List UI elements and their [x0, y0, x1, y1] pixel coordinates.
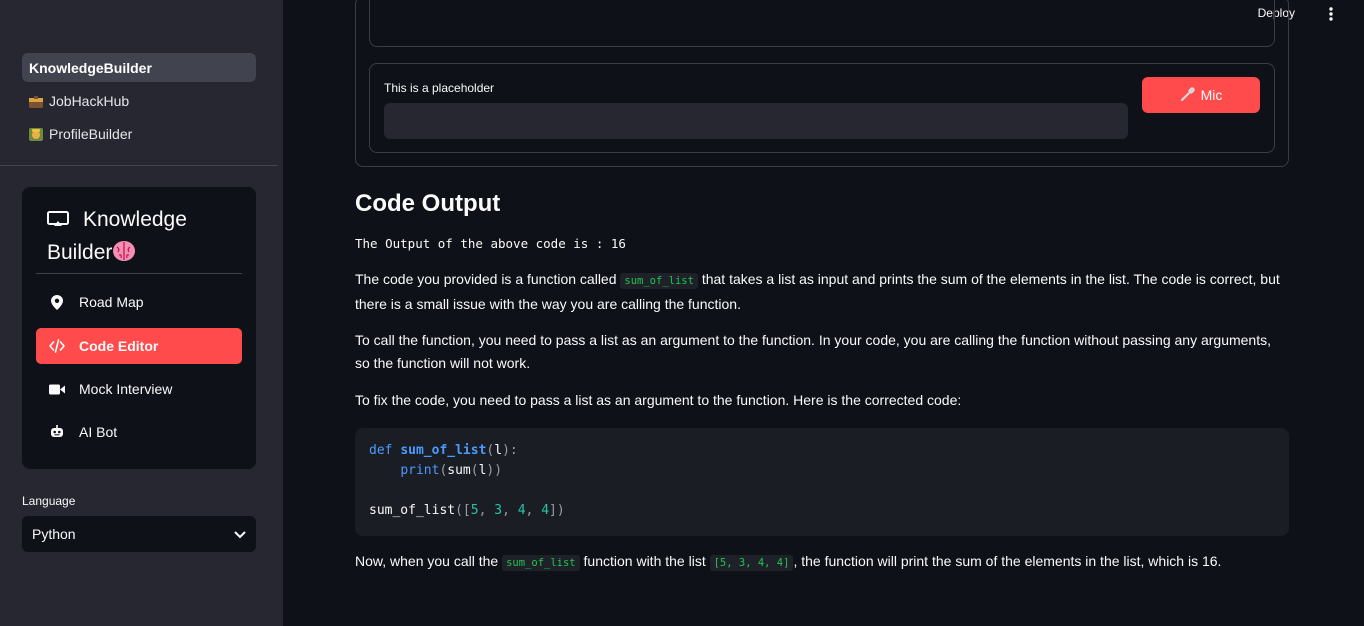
video-camera-icon	[49, 381, 65, 397]
menu-item-label: Mock Interview	[79, 381, 173, 397]
explanation-paragraph-3: To fix the code, you need to pass a list…	[355, 392, 962, 408]
page-link-profilebuilder[interactable]: ProfileBuilder	[22, 119, 256, 148]
page-nav: KnowledgeBuilder JobHackHub ProfileBuild…	[22, 53, 256, 152]
language-label: Language	[22, 494, 76, 508]
page-link-label: KnowledgeBuilder	[29, 59, 152, 76]
menu-title: Knowledge Builder	[47, 203, 247, 269]
menu-item-label: AI Bot	[79, 424, 118, 440]
language-select-value: Python	[32, 526, 76, 542]
page-link-jobhackhub[interactable]: JobHackHub	[22, 86, 256, 115]
page-link-label: ProfileBuilder	[49, 125, 133, 142]
sidebar-divider	[0, 165, 278, 166]
mic-button[interactable]: Mic	[1142, 77, 1260, 113]
page-link-label: JobHackHub	[49, 92, 130, 109]
code-output-heading: Code Output	[355, 190, 501, 217]
menu-item-code-editor[interactable]: Code Editor	[36, 328, 242, 364]
language-select[interactable]: Python	[22, 516, 256, 552]
code-icon	[49, 338, 65, 354]
menu-item-road-map[interactable]: Road Map	[36, 284, 242, 320]
map-pin-icon	[49, 294, 65, 310]
chevron-down-icon	[234, 526, 246, 542]
explanation-paragraph-1: The code you provided is a function call…	[355, 271, 1280, 312]
explanation-paragraph-4: Now, when you call the sum_of_list funct…	[355, 553, 1222, 571]
menu-divider	[36, 273, 242, 274]
cast-icon	[47, 204, 69, 226]
briefcase-emoji-icon	[29, 95, 43, 108]
sidebar: KnowledgeBuilder JobHackHub ProfileBuild…	[0, 0, 283, 626]
code-block: def sum_of_list(l): print(sum(l)) sum_of…	[355, 428, 1289, 536]
text-input-label: This is a placeholder	[384, 81, 495, 95]
menu-item-mock-interview[interactable]: Mock Interview	[36, 371, 242, 407]
inline-code: sum_of_list	[502, 555, 580, 571]
form-container-top	[369, 0, 1275, 47]
menu-item-label: Code Editor	[79, 338, 159, 354]
menu-item-label: Road Map	[79, 294, 144, 310]
inline-code: [5, 3, 4, 4]	[709, 555, 794, 571]
robot-icon	[49, 424, 65, 440]
brain-emoji-icon	[112, 241, 136, 264]
menu-item-ai-bot[interactable]: AI Bot	[36, 414, 242, 450]
output-line: The Output of the above code is : 16	[355, 236, 626, 251]
inline-code: sum_of_list	[620, 273, 698, 289]
text-input[interactable]	[384, 103, 1128, 139]
more-options-icon[interactable]	[1326, 6, 1336, 22]
construction-worker-emoji-icon	[29, 127, 43, 141]
microphone-icon	[1180, 86, 1196, 105]
mic-button-label: Mic	[1200, 87, 1223, 103]
page-link-knowledgebuilder[interactable]: KnowledgeBuilder	[22, 53, 256, 82]
explanation-paragraph-2: To call the function, you need to pass a…	[355, 332, 1271, 371]
option-menu: Knowledge Builder Road Map Code Editor Mo…	[22, 187, 256, 469]
